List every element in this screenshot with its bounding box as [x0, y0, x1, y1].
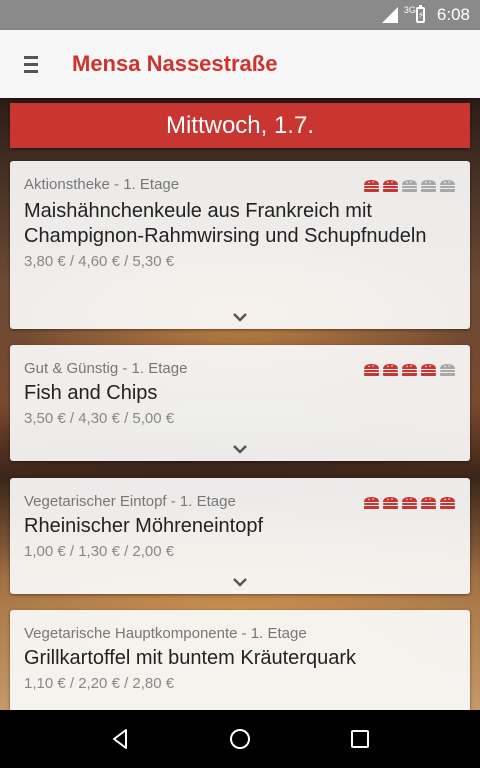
burger-rating-filled-icon	[421, 497, 436, 509]
navigation-bar	[0, 710, 480, 768]
burger-rating-empty-icon	[440, 180, 455, 192]
back-icon[interactable]	[108, 727, 132, 751]
burger-rating-filled-icon	[383, 364, 398, 376]
meal-card[interactable]: Vegetarischer Eintopf - 1. Etage Rheinis…	[10, 478, 470, 594]
meal-dish: Maishähnchenkeule aus Frankreich mit Cha…	[24, 200, 427, 247]
signal-icon	[381, 7, 398, 23]
burger-rating-filled-icon	[364, 364, 379, 376]
burger-rating-filled-icon	[402, 364, 417, 376]
rating-bar	[363, 496, 456, 510]
burger-rating-filled-icon	[364, 180, 379, 192]
clock: 6:08	[436, 5, 470, 24]
meal-dish: Fish and Chips	[24, 382, 158, 404]
meal-card[interactable]: Vegetarische Hauptkomponente - 1. Etage …	[10, 610, 470, 710]
meal-dish: Rheinischer Möhreneintopf	[24, 515, 264, 537]
burger-rating-empty-icon	[402, 180, 417, 192]
home-icon[interactable]	[228, 727, 252, 751]
status-bar: 3G ⚡ 6:08	[0, 0, 480, 30]
meal-price: 3,80 € / 4,60 € / 5,30 €	[24, 253, 175, 270]
burger-rating-empty-icon	[440, 364, 455, 376]
meal-card[interactable]: Gut & Günstig - 1. Etage Fish and Chips …	[10, 345, 470, 461]
recents-icon[interactable]	[348, 727, 372, 751]
menu-content[interactable]: Mittwoch, 1.7. Aktionstheke - 1. Etage M…	[0, 98, 480, 710]
meal-location: Vegetarische Hauptkomponente - 1. Etage	[24, 625, 307, 642]
chevron-down-icon[interactable]	[232, 576, 248, 588]
hamburger-menu-icon[interactable]	[0, 30, 62, 98]
meal-price: 1,00 € / 1,30 € / 2,00 €	[24, 543, 175, 560]
chevron-down-icon[interactable]	[232, 443, 248, 455]
meal-price: 3,50 € / 4,30 € / 5,00 €	[24, 410, 175, 427]
chevron-down-icon[interactable]	[232, 311, 248, 323]
network-type: 3G	[403, 5, 416, 15]
rating-bar	[363, 179, 456, 193]
burger-rating-filled-icon	[402, 497, 417, 509]
burger-rating-filled-icon	[421, 364, 436, 376]
meal-card[interactable]: Aktionstheke - 1. Etage Maishähnchenkeul…	[10, 161, 470, 329]
meal-price: 1,10 € / 2,20 € / 2,80 €	[24, 675, 175, 692]
burger-rating-filled-icon	[440, 497, 455, 509]
burger-rating-empty-icon	[421, 180, 436, 192]
battery-charging-icon: ⚡	[415, 5, 425, 23]
rating-bar	[363, 363, 456, 377]
meal-dish: Grillkartoffel mit buntem Kräuterquark	[24, 647, 356, 669]
burger-rating-filled-icon	[383, 180, 398, 192]
burger-rating-filled-icon	[364, 497, 379, 509]
burger-rating-filled-icon	[383, 497, 398, 509]
day-header: Mittwoch, 1.7.	[10, 103, 470, 148]
app-bar: Mensa Nassestraße	[0, 30, 480, 98]
app-title: Mensa Nassestraße	[72, 51, 278, 76]
